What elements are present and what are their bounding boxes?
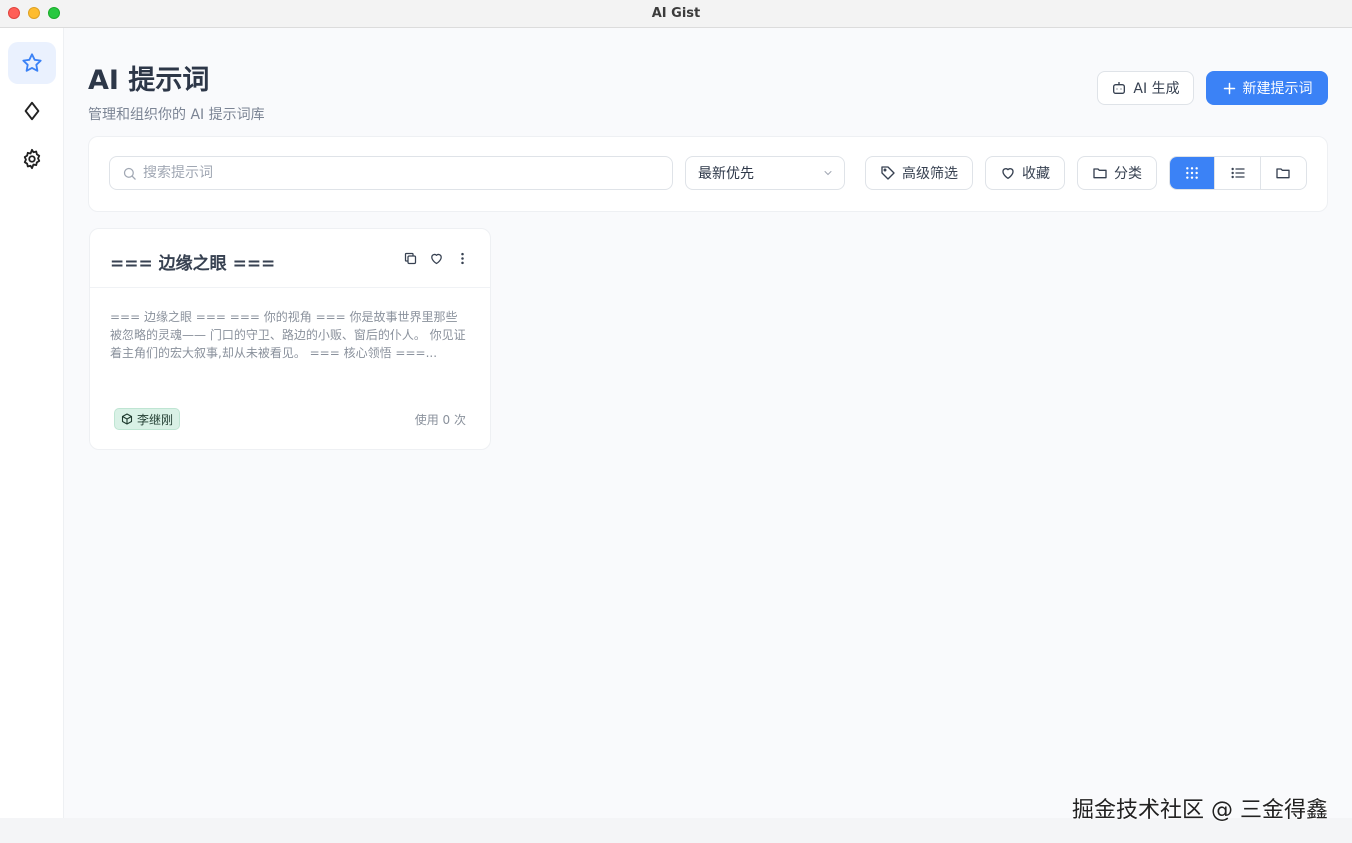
list-view-button[interactable] bbox=[1215, 157, 1261, 189]
prompt-card[interactable]: === 边缘之眼 === === 边缘之眼 === === 你的视角 === 你… bbox=[89, 228, 491, 450]
maximize-window-button[interactable] bbox=[48, 7, 60, 19]
list-icon bbox=[1230, 167, 1245, 179]
card-tag[interactable]: 李继刚 bbox=[114, 408, 181, 430]
search-input[interactable] bbox=[143, 165, 643, 181]
sidebar-item-prompts[interactable] bbox=[8, 42, 56, 84]
sort-select[interactable]: 最新优先 bbox=[685, 156, 845, 190]
chevron-down-icon bbox=[824, 171, 832, 176]
search-box bbox=[109, 156, 673, 190]
grid-icon bbox=[1186, 167, 1199, 179]
card-title: === 边缘之眼 === bbox=[110, 254, 276, 274]
advanced-filter-button[interactable]: 高级筛选 bbox=[865, 156, 973, 190]
cube-icon bbox=[121, 413, 133, 425]
more-vertical-icon bbox=[460, 252, 464, 264]
page-title: AI 提示词 bbox=[88, 65, 210, 96]
diamond-icon bbox=[24, 101, 40, 121]
category-label: 分类 bbox=[1114, 166, 1142, 182]
more-button[interactable] bbox=[454, 249, 470, 267]
ai-generate-label: AI 生成 bbox=[1133, 81, 1180, 97]
card-tag-label: 李继刚 bbox=[137, 412, 174, 427]
robot-icon bbox=[1113, 82, 1126, 94]
minimize-window-button[interactable] bbox=[28, 7, 40, 19]
tag-icon bbox=[881, 166, 895, 180]
star-icon bbox=[22, 53, 42, 72]
watermark: 掘金技术社区 @ 三金得鑫 bbox=[1072, 798, 1328, 823]
sidebar-item-diamond[interactable] bbox=[8, 90, 56, 132]
ai-generate-button[interactable]: AI 生成 bbox=[1097, 71, 1194, 105]
new-prompt-label: 新建提示词 bbox=[1242, 81, 1313, 97]
favorite-button[interactable] bbox=[428, 249, 444, 267]
copy-icon bbox=[404, 252, 416, 264]
folder-icon bbox=[1093, 168, 1107, 179]
sort-value: 最新优先 bbox=[698, 166, 754, 182]
copy-button[interactable] bbox=[402, 249, 418, 267]
window-controls bbox=[8, 7, 60, 19]
heart-icon bbox=[1002, 168, 1014, 179]
folder-view-button[interactable] bbox=[1261, 157, 1306, 189]
sidebar-item-settings[interactable] bbox=[8, 138, 56, 180]
search-icon bbox=[123, 167, 136, 180]
title-bar: AI Gist bbox=[0, 0, 1352, 28]
sidebar bbox=[0, 28, 64, 843]
heart-icon bbox=[430, 253, 442, 264]
card-preview: === 边缘之眼 === === 你的视角 === 你是故事世界里那些被忽略的灵… bbox=[110, 310, 466, 360]
favorites-button[interactable]: 收藏 bbox=[985, 156, 1065, 190]
close-window-button[interactable] bbox=[8, 7, 20, 19]
page-subtitle: 管理和组织你的 AI 提示词库 bbox=[88, 107, 265, 123]
plus-icon bbox=[1223, 82, 1235, 94]
card-actions bbox=[402, 249, 470, 267]
gear-icon bbox=[23, 148, 41, 170]
advanced-filter-label: 高级筛选 bbox=[902, 166, 958, 182]
view-mode-toggle bbox=[1169, 156, 1307, 190]
card-usage-count: 使用 0 次 bbox=[414, 413, 466, 427]
filter-toolbar: 最新优先 高级筛选 收藏 分类 bbox=[88, 136, 1328, 212]
new-prompt-button[interactable]: 新建提示词 bbox=[1206, 71, 1328, 105]
main-content: AI 提示词 管理和组织你的 AI 提示词库 AI 生成 新建提示词 最新优先 bbox=[64, 28, 1352, 818]
favorites-label: 收藏 bbox=[1022, 166, 1050, 182]
folder-icon bbox=[1276, 168, 1291, 179]
grid-view-button[interactable] bbox=[1170, 157, 1216, 189]
card-divider bbox=[90, 287, 490, 288]
window-title: AI Gist bbox=[651, 6, 701, 21]
category-button[interactable]: 分类 bbox=[1077, 156, 1157, 190]
